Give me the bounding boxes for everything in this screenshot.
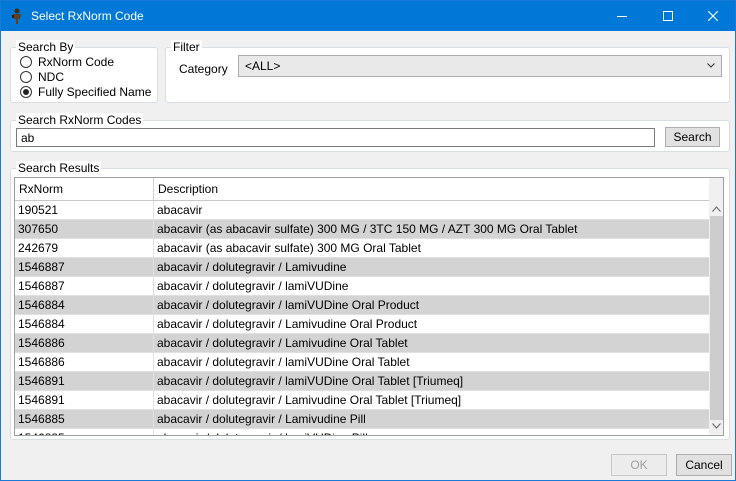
scrollbar-header-corner	[709, 178, 723, 201]
table-row[interactable]: 1546884 abacavir / dolutegravir / lamiVUD…	[15, 296, 709, 315]
cell-description: abacavir / dolutegravir / lamiVUDine Ora…	[157, 374, 464, 388]
radio-button-checked[interactable]	[20, 86, 32, 98]
cell-rxnorm: 1546885	[15, 429, 154, 435]
maximize-icon	[663, 11, 673, 21]
ok-button[interactable]: OK	[611, 454, 667, 476]
table-row[interactable]: 1546891 abacavir / dolutegravir / Lamivud…	[15, 391, 709, 410]
cell-rxnorm: 242679	[15, 239, 154, 257]
cell-rxnorm: 1546891	[15, 391, 154, 409]
search-results-legend: Search Results	[16, 161, 102, 175]
select-rxnorm-dialog: Select RxNorm Code Search By RxNorm Code…	[0, 0, 736, 481]
table-row[interactable]: 1546887 abacavir / dolutegravir / Lamivud…	[15, 258, 709, 277]
cell-description: abacavir / dolutegravir / Lamivudine Ora…	[157, 336, 408, 350]
cell-rxnorm: 190521	[15, 201, 154, 219]
cell-description: abacavir / dolutegravir / lamiVUDine	[157, 279, 349, 293]
filter-legend: Filter	[171, 40, 202, 54]
category-select[interactable]: <ALL>	[238, 55, 722, 77]
cell-description: abacavir (as abacavir sulfate) 300 MG / …	[157, 222, 578, 236]
chevron-down-icon	[707, 63, 715, 68]
table-row[interactable]: 1546884 abacavir / dolutegravir / Lamivud…	[15, 315, 709, 334]
search-codes-legend: Search RxNorm Codes	[16, 113, 144, 127]
scrollbar-thumb[interactable]	[710, 216, 723, 420]
search-by-group: Search By RxNorm Code NDC Fully Specifie…	[10, 40, 158, 103]
cell-description: abacavir / dolutegravir / lamiVUDine Pil…	[154, 429, 709, 435]
cell-rxnorm: 1546884	[15, 315, 154, 333]
radio-button[interactable]	[20, 56, 32, 68]
cell-rxnorm: 307650	[15, 220, 154, 238]
maximize-button[interactable]	[645, 1, 691, 31]
table-row[interactable]: 1546885abacavir / dolutegravir / lamiVUD…	[15, 429, 709, 435]
radio-label: Fully Specified Name	[38, 85, 152, 99]
table-row[interactable]: 1546891 abacavir / dolutegravir / lamiVUD…	[15, 372, 709, 391]
app-figure-icon	[10, 8, 24, 24]
scroll-up-icon[interactable]	[712, 206, 721, 212]
table-row[interactable]: 1546887 abacavir / dolutegravir / lamiVUD…	[15, 277, 709, 296]
radio-label: RxNorm Code	[38, 55, 115, 69]
table-row[interactable]: 1546886 abacavir / dolutegravir / Lamivud…	[15, 334, 709, 353]
search-by-legend: Search By	[16, 40, 76, 54]
cell-description: abacavir / dolutegravir / Lamivudine	[157, 260, 347, 274]
filter-group: Filter Category <ALL>	[165, 40, 730, 103]
cell-rxnorm: 1546885	[15, 410, 154, 428]
cell-rxnorm: 1546887	[15, 277, 154, 295]
cell-rxnorm: 1546891	[15, 372, 154, 390]
table-row[interactable]: 307650 abacavir (as abacavir sulfate) 300…	[15, 220, 709, 239]
close-button[interactable]	[690, 1, 736, 31]
category-value: <ALL>	[245, 59, 281, 73]
cancel-button[interactable]: Cancel	[676, 454, 732, 476]
column-header-rxnorm[interactable]: RxNorm	[15, 178, 154, 200]
table-row[interactable]: 242679 abacavir (as abacavir sulfate) 300…	[15, 239, 709, 258]
radio-label: NDC	[38, 70, 64, 84]
table-row[interactable]: 1546886 abacavir / dolutegravir / lamiVUD…	[15, 353, 709, 372]
title-bar[interactable]: Select RxNorm Code	[1, 1, 735, 31]
radio-fully-specified-name[interactable]: Fully Specified Name	[20, 85, 151, 99]
search-button[interactable]: Search	[665, 127, 720, 147]
minimize-button[interactable]	[599, 1, 645, 31]
window-title: Select RxNorm Code	[31, 9, 144, 23]
cell-description: abacavir / dolutegravir / lamiVUDine Ora…	[157, 298, 420, 312]
cell-description: abacavir (as abacavir sulfate) 300 MG Or…	[157, 241, 421, 255]
table-row[interactable]: 1546885 abacavir / dolutegravir / Lamivud…	[15, 410, 709, 429]
cell-description: abacavir / dolutegravir / Lamivudine Pil…	[157, 412, 366, 426]
scroll-down-icon[interactable]	[712, 423, 721, 429]
cell-rxnorm: 1546886	[15, 353, 154, 371]
cell-description: abacavir / dolutegravir / lamiVUDine Ora…	[157, 355, 410, 369]
category-label: Category	[179, 62, 228, 76]
cell-rxnorm: 1546887	[15, 258, 154, 276]
vertical-scrollbar[interactable]	[709, 178, 723, 435]
column-header-description[interactable]: Description	[154, 178, 709, 200]
cell-rxnorm: 1546886	[15, 334, 154, 352]
minimize-icon	[617, 16, 627, 17]
cell-description: abacavir	[157, 203, 203, 217]
table-row[interactable]: 190521 abacavir	[15, 201, 709, 220]
radio-rxnorm-code[interactable]: RxNorm Code	[20, 55, 114, 69]
search-input[interactable]	[16, 128, 655, 147]
cell-description: abacavir / dolutegravir / Lamivudine Ora…	[157, 317, 418, 331]
close-icon	[708, 11, 718, 21]
cell-rxnorm: 1546884	[15, 296, 154, 314]
radio-button[interactable]	[20, 71, 32, 83]
grid-rows: 190521 abacavir 307650 abacavir (as abacavi…	[15, 201, 709, 435]
grid-header: RxNorm Description	[15, 178, 709, 201]
cell-description: abacavir / dolutegravir / Lamivudine Ora…	[157, 393, 462, 407]
results-grid[interactable]: RxNorm Description 190521 abacavir 307650 a…	[14, 177, 724, 436]
radio-ndc[interactable]: NDC	[20, 70, 64, 84]
